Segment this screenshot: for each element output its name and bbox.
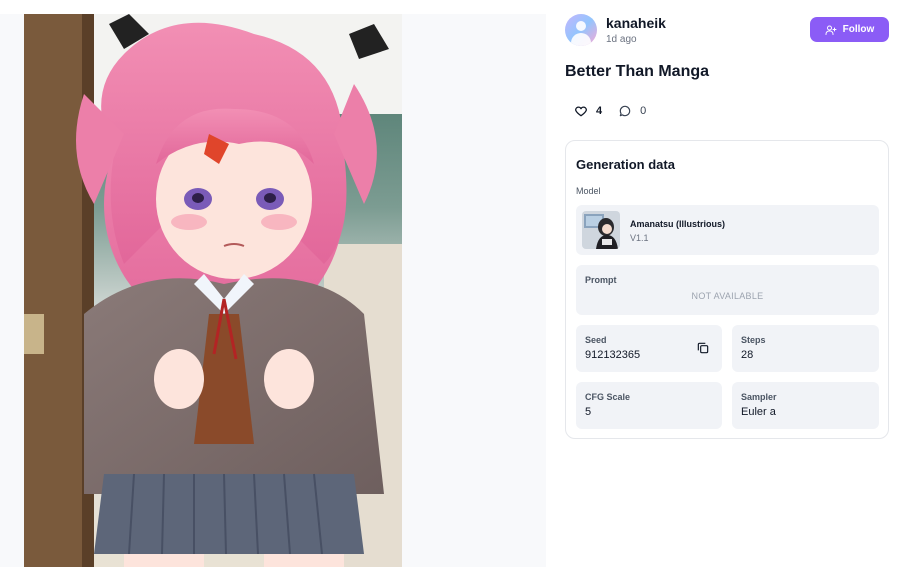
prompt-field: Prompt NOT AVAILABLE bbox=[576, 265, 879, 315]
comment-icon bbox=[619, 105, 631, 117]
prompt-value: NOT AVAILABLE bbox=[691, 291, 764, 301]
model-card[interactable]: Amanatsu (Illustrious) V1.1 bbox=[576, 205, 879, 255]
image-panel bbox=[0, 14, 546, 567]
cfg-scale-field: CFG Scale 5 bbox=[576, 382, 722, 429]
model-thumbnail bbox=[582, 211, 620, 249]
comment-button[interactable]: 0 bbox=[618, 104, 646, 118]
like-button[interactable]: 4 bbox=[574, 104, 602, 118]
follow-button[interactable]: Follow bbox=[810, 17, 889, 42]
post-image[interactable] bbox=[24, 14, 402, 567]
steps-value: 28 bbox=[741, 349, 754, 361]
follow-label: Follow bbox=[842, 24, 875, 35]
post-timestamp: 1d ago bbox=[606, 33, 637, 45]
model-label: Model bbox=[576, 186, 601, 196]
post-title: Better Than Manga bbox=[565, 63, 710, 80]
prompt-label: Prompt bbox=[585, 275, 617, 285]
seed-value: 912132365 bbox=[585, 349, 641, 361]
cfg-scale-value: 5 bbox=[585, 406, 592, 418]
sampler-label: Sampler bbox=[741, 392, 777, 402]
post-stats: 4 0 bbox=[574, 104, 646, 118]
generation-data-title: Generation data bbox=[576, 157, 675, 172]
generation-data-card: Generation data Model Amanatsu (Illustri… bbox=[565, 140, 889, 439]
copy-icon[interactable] bbox=[696, 341, 710, 355]
model-version: V1.1 bbox=[630, 233, 649, 243]
author-name[interactable]: kanaheik bbox=[606, 15, 666, 32]
avatar[interactable] bbox=[565, 14, 597, 46]
seed-field: Seed 912132365 bbox=[576, 325, 722, 372]
model-name: Amanatsu (Illustrious) bbox=[630, 219, 726, 229]
like-count: 4 bbox=[596, 105, 603, 117]
sampler-value: Euler a bbox=[741, 406, 776, 418]
sampler-field: Sampler Euler a bbox=[732, 382, 879, 429]
comment-count: 0 bbox=[640, 105, 647, 117]
steps-label: Steps bbox=[741, 335, 766, 345]
user-plus-icon bbox=[825, 25, 837, 35]
steps-field: Steps 28 bbox=[732, 325, 879, 372]
seed-label: Seed bbox=[585, 335, 607, 345]
author-info[interactable]: kanaheik 1d ago bbox=[565, 14, 666, 46]
cfg-scale-label: CFG Scale bbox=[585, 392, 631, 402]
heart-icon bbox=[575, 106, 587, 117]
